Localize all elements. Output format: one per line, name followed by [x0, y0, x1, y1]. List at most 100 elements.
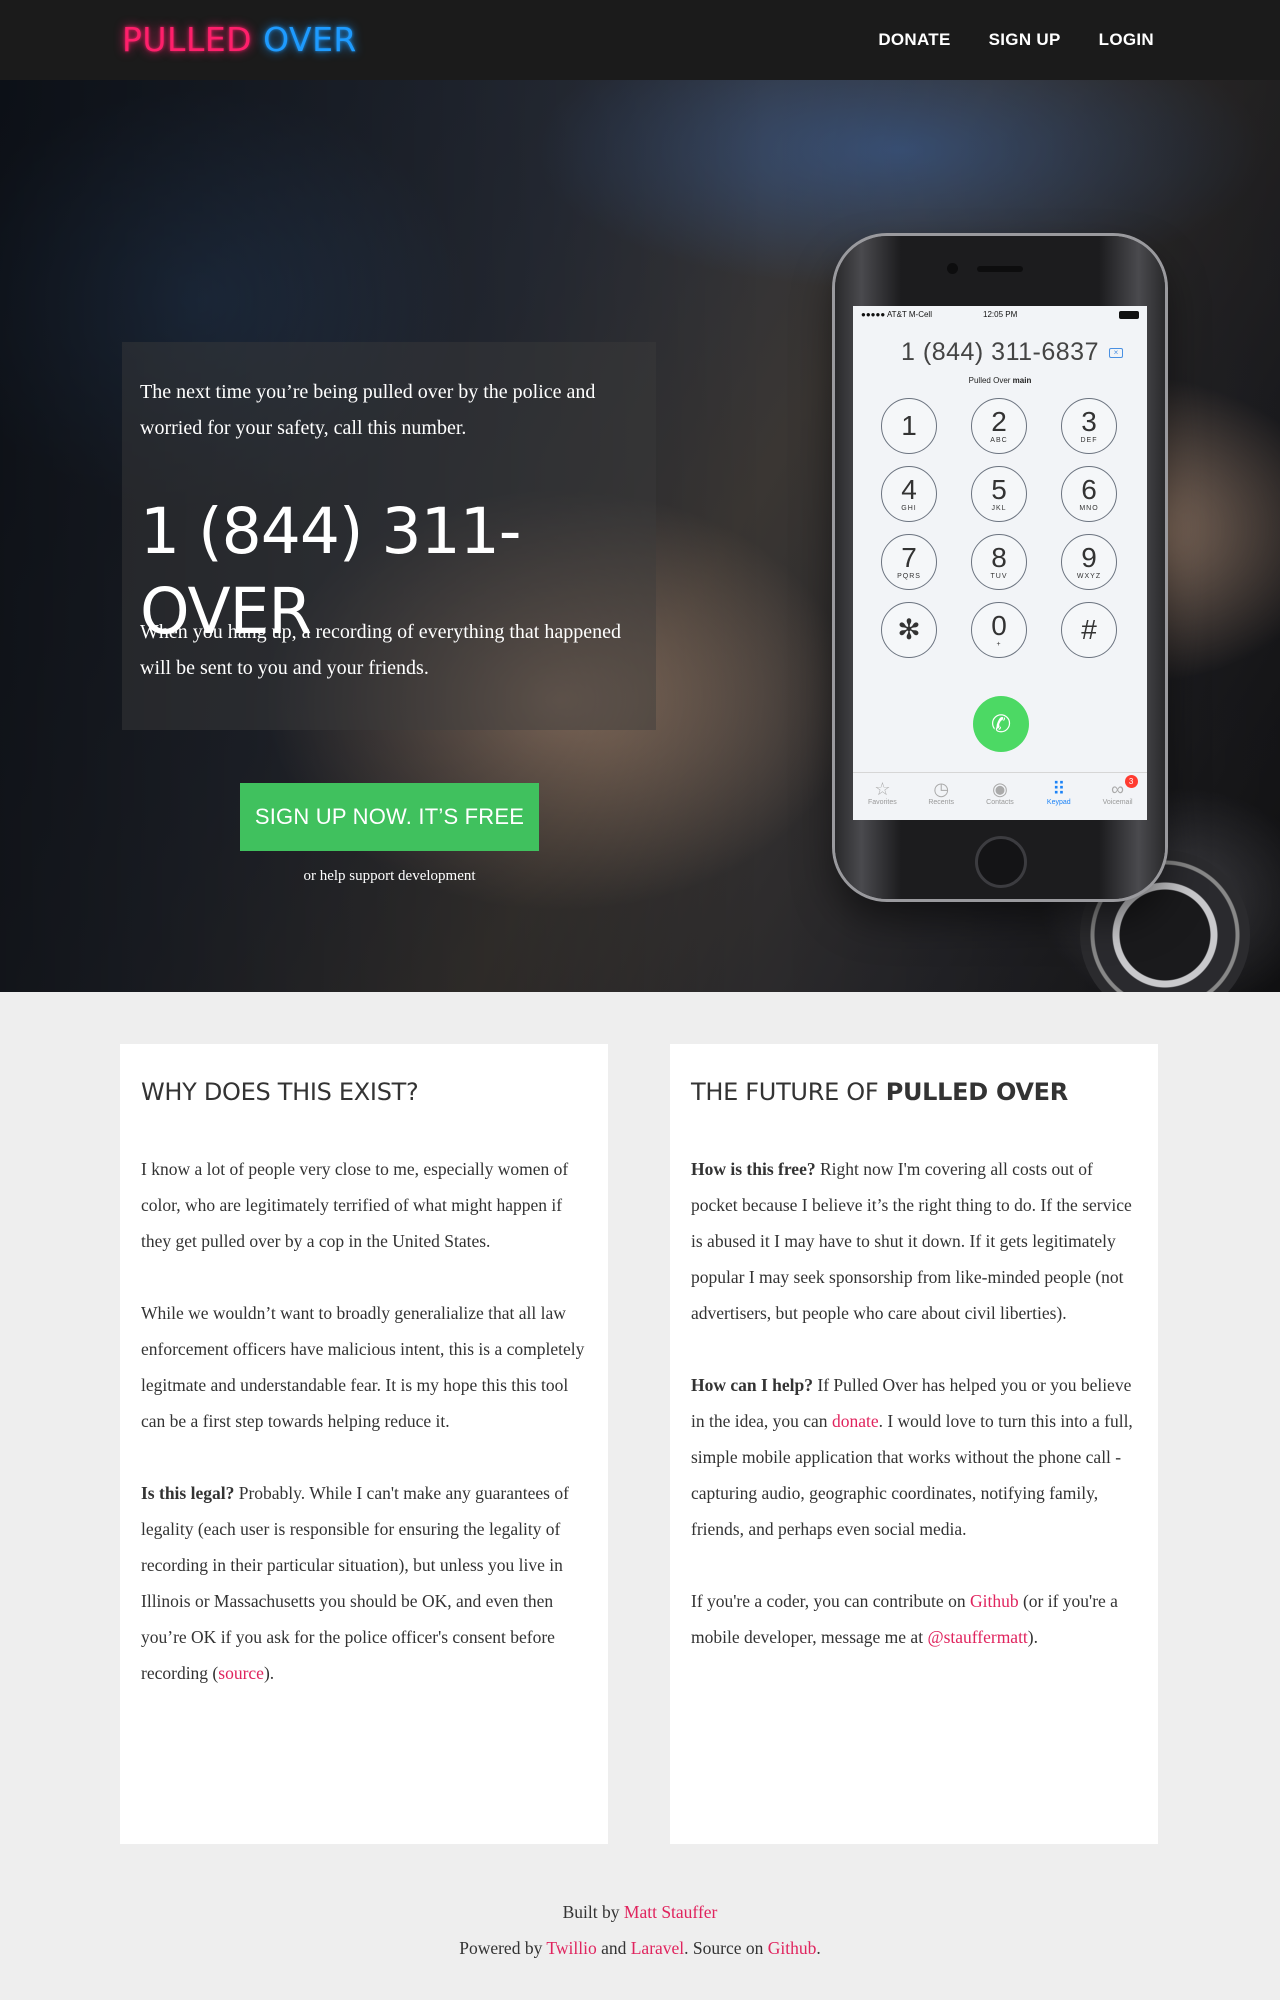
legal-answer: Probably. While I can't make any guarant… — [141, 1483, 569, 1683]
why-paragraph-1: I know a lot of people very close to me,… — [141, 1159, 569, 1251]
status-time: 12:05 PM — [983, 310, 1018, 319]
key-letters: DEF — [1080, 437, 1098, 444]
star-icon: ☆ — [874, 779, 891, 799]
dialed-number: 1 (844) 311-6837 — [901, 338, 1099, 366]
key-digit: 5 — [991, 474, 1007, 505]
powered-label: Powered by — [459, 1938, 547, 1958]
future-paragraph-1: How is this free? Right now I'm covering… — [691, 1151, 1141, 1331]
future-card: THE FUTURE OF PULLED OVER How is this fr… — [670, 1044, 1158, 1844]
why-title: WHY DOES THIS EXIST? — [141, 1078, 419, 1106]
nav-signup-link[interactable]: SIGN UP — [989, 30, 1061, 50]
voicemail-icon: ∞ — [1111, 779, 1124, 799]
future-paragraph-3: If you're a coder, you can contribute on… — [691, 1583, 1141, 1655]
keypad-key: 7 PQRS — [881, 534, 937, 590]
phone-home-button — [975, 836, 1027, 888]
footer-github-link[interactable]: Github — [768, 1938, 817, 1958]
future-title-light: THE FUTURE OF — [691, 1078, 886, 1106]
tab-label: Contacts — [986, 799, 1014, 806]
tab-label: Favorites — [867, 799, 897, 806]
contact-type: main — [1012, 376, 1032, 385]
signup-cta-button[interactable]: SIGN UP NOW. IT’S FREE — [240, 783, 539, 851]
key-letters: PQRS — [897, 573, 921, 580]
keypad-key: 9 WXYZ — [1061, 534, 1117, 590]
tab-keypad: ⠿ Keypad — [1031, 779, 1087, 820]
keypad-key: ✻ — [881, 602, 937, 658]
key-digit: 6 — [1081, 474, 1097, 505]
voicemail-badge: 3 — [1124, 775, 1138, 788]
hero-info-box: The next time you’re being pulled over b… — [122, 342, 656, 730]
why-paragraph-2: While we wouldn’t want to broadly genera… — [141, 1303, 585, 1431]
contact-icon: ◉ — [992, 779, 1008, 799]
future-paragraph-2: How can I help? If Pulled Over has helpe… — [691, 1367, 1141, 1547]
keypad-icon: ⠿ — [1052, 779, 1066, 799]
phone-speaker — [977, 266, 1023, 272]
keypad-key: 8 TUV — [971, 534, 1027, 590]
nav-login-link[interactable]: LOGIN — [1099, 30, 1154, 50]
footer: Built by Matt Stauffer Powered by Twilli… — [0, 1894, 1280, 1966]
clock-icon: ◷ — [933, 779, 950, 799]
key-digit: 8 — [991, 542, 1007, 573]
why-card: WHY DOES THIS EXIST? I know a lot of peo… — [120, 1044, 608, 1844]
key-letters: ABC — [990, 437, 1008, 444]
key-letters: + — [996, 641, 1002, 648]
phone-screen: ●●●●● AT&T M-Cell 12:05 PM 1 (844) 311-6… — [853, 306, 1147, 820]
footer-end: . — [816, 1938, 821, 1958]
key-letters: WXYZ — [1076, 573, 1102, 580]
github-link[interactable]: Github — [970, 1591, 1019, 1611]
site-logo[interactable]: PULLED OVER — [122, 20, 357, 60]
coder-text-a: If you're a coder, you can contribute on — [691, 1591, 970, 1611]
battery-icon — [1119, 311, 1139, 319]
keypad-key: 6 MNO — [1061, 466, 1117, 522]
key-digit: 7 — [901, 542, 917, 573]
source-label: . Source on — [684, 1938, 768, 1958]
source-link[interactable]: source — [218, 1663, 264, 1683]
key-digit: 1 — [901, 409, 917, 441]
twitter-link[interactable]: @stauffermatt — [927, 1627, 1027, 1647]
legal-end: ). — [263, 1663, 275, 1683]
tab-voicemail: ∞ Voicemail 3 — [1090, 775, 1146, 820]
footer-powered-by: Powered by Twillio and Laravel. Source o… — [0, 1930, 1280, 1966]
key-digit: # — [1081, 613, 1097, 645]
logo-word-pulled: PULLED — [122, 20, 253, 59]
why-body: I know a lot of people very close to me,… — [141, 1151, 591, 1727]
keypad-key: # — [1061, 602, 1117, 658]
tab-label: Keypad — [1046, 799, 1071, 806]
support-development-link[interactable]: or help support development — [240, 868, 539, 885]
built-by-label: Built by — [562, 1902, 624, 1922]
legal-question: Is this legal? — [141, 1483, 235, 1503]
phone-image: ●●●●● AT&T M-Cell 12:05 PM 1 (844) 311-6… — [835, 236, 1165, 899]
top-nav: PULLED OVER DONATE SIGN UP LOGIN — [0, 0, 1280, 80]
twilio-link[interactable]: Twillio — [546, 1938, 596, 1958]
phone-status-bar: ●●●●● AT&T M-Cell 12:05 PM — [853, 306, 1147, 324]
help-question: How can I help? — [691, 1375, 814, 1395]
keypad-key: 1 — [881, 398, 937, 454]
future-body: How is this free? Right now I'm covering… — [691, 1151, 1141, 1691]
key-digit: 2 — [991, 406, 1007, 437]
keypad-key: 2 ABC — [971, 398, 1027, 454]
future-title-bold: PULLED OVER — [885, 1078, 1069, 1106]
logo-word-over: OVER — [263, 20, 357, 59]
and-label: and — [596, 1938, 631, 1958]
key-letters: TUV — [990, 573, 1008, 580]
key-letters: JKL — [991, 505, 1007, 512]
carrier-label: ●●●●● AT&T M-Cell — [861, 310, 932, 319]
key-digit: 0 — [991, 610, 1007, 641]
tab-contacts: ◉ Contacts — [972, 779, 1028, 820]
tab-recents: ◷ Recents — [913, 779, 969, 820]
coder-text-c: ). — [1027, 1627, 1038, 1647]
hero-lead-text: The next time you’re being pulled over b… — [140, 381, 596, 439]
key-letters: GHI — [901, 505, 917, 512]
keypad-key: 4 GHI — [881, 466, 937, 522]
free-question: How is this free? — [691, 1159, 816, 1179]
hero-section: The next time you’re being pulled over b… — [0, 80, 1280, 992]
author-link[interactable]: Matt Stauffer — [624, 1902, 717, 1922]
hero-tail-text: When you hang up, a recording of everyth… — [140, 621, 621, 679]
donate-link[interactable]: donate — [832, 1411, 879, 1431]
nav-donate-link[interactable]: DONATE — [878, 30, 950, 50]
free-answer: Right now I'm covering all costs out of … — [691, 1159, 1132, 1323]
tab-label: Voicemail — [1102, 799, 1133, 806]
key-digit: 3 — [1081, 406, 1097, 437]
laravel-link[interactable]: Laravel — [631, 1938, 684, 1958]
why-paragraph-3: Is this legal? Probably. While I can't m… — [141, 1475, 591, 1691]
backspace-icon: × — [1109, 348, 1123, 358]
